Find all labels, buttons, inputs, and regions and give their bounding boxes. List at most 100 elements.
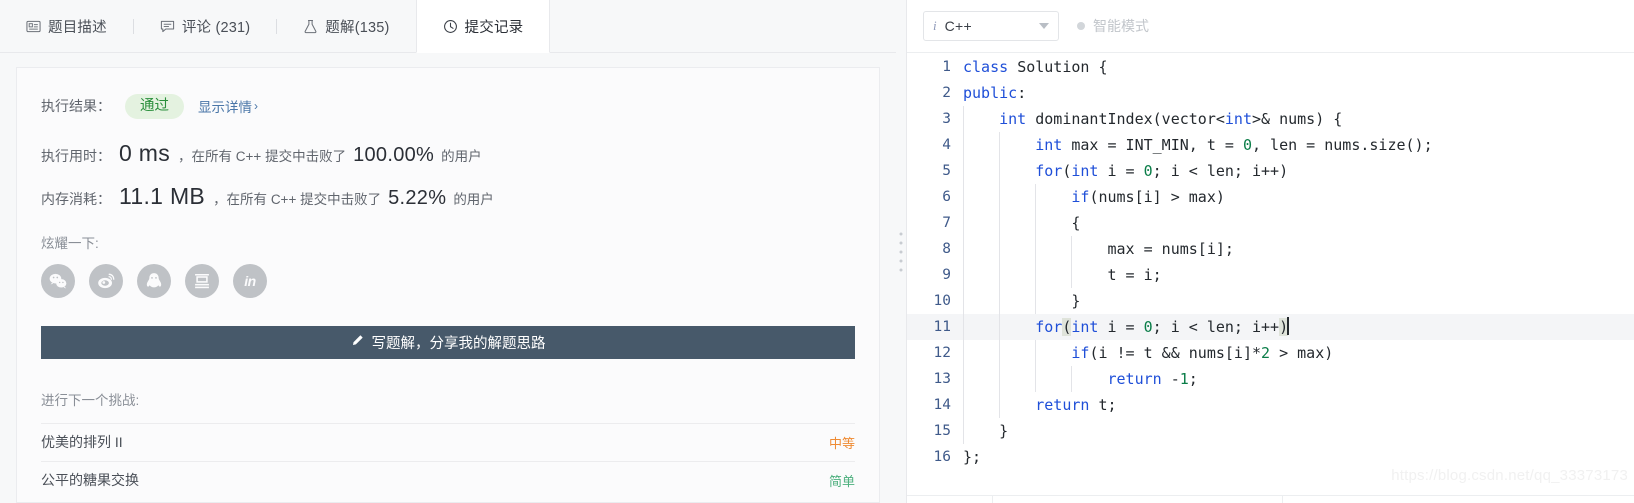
code-token: int bbox=[1071, 162, 1099, 180]
indent-guide bbox=[1035, 184, 1037, 210]
list-item[interactable]: 优美的排列 II 中等 bbox=[41, 422, 855, 461]
code-line-text: for(int i = 0; i < len; i++) bbox=[963, 314, 1634, 340]
qq-icon[interactable] bbox=[137, 263, 171, 298]
code-line-text: } bbox=[963, 288, 1634, 314]
memory-tail-text: 的用户 bbox=[453, 191, 494, 207]
status-dot-icon bbox=[1077, 22, 1085, 30]
code-line[interactable]: 9 t = i; bbox=[907, 262, 1634, 288]
code-line[interactable]: 3 int dominantIndex(vector<int>& nums) { bbox=[907, 106, 1634, 132]
code-line-text: class Solution { bbox=[963, 54, 1634, 80]
tab-submissions-label: 提交记录 bbox=[464, 19, 524, 36]
indent-guide bbox=[1035, 262, 1037, 288]
code-token: ; bbox=[1188, 370, 1198, 388]
linkedin-icon[interactable]: in bbox=[233, 263, 267, 298]
code-token: for bbox=[1035, 162, 1063, 180]
code-editor[interactable]: 1 class Solution {2 public: 3 int dominantI… bbox=[907, 53, 1634, 503]
weibo-icon[interactable] bbox=[89, 263, 123, 298]
code-token: 0 bbox=[1143, 318, 1153, 336]
code-token: 2 bbox=[1261, 344, 1271, 362]
code-line[interactable]: 14 return t; bbox=[907, 392, 1634, 418]
indent-guide bbox=[999, 340, 1001, 366]
language-select-value: C++ bbox=[944, 18, 972, 34]
code-line[interactable]: 10 } bbox=[907, 288, 1634, 314]
code-line[interactable]: 2 public: bbox=[907, 80, 1634, 106]
language-select[interactable]: i C++ bbox=[923, 11, 1059, 41]
tab-solutions[interactable]: 题解(135) bbox=[277, 0, 415, 52]
chevron-right-icon: › bbox=[254, 99, 258, 114]
code-token: int bbox=[1071, 318, 1099, 336]
line-number: 9 bbox=[942, 267, 951, 283]
left-panel: 题目描述 评论 (231) 题解(135) 提交记录 执行结果： 通过 显示详情… bbox=[0, 0, 896, 503]
panel-splitter[interactable] bbox=[896, 0, 906, 503]
code-line[interactable]: 12 if(i != t && nums[i]*2 > max) bbox=[907, 340, 1634, 366]
indent-guide bbox=[963, 262, 964, 288]
indent-guide bbox=[963, 418, 964, 444]
tab-solutions-label: 题解(135) bbox=[325, 19, 390, 36]
write-solution-label: 写题解，分享我的解题思路 bbox=[371, 335, 546, 352]
editor-bottom-strip bbox=[907, 495, 1634, 503]
runtime-percentile: 100.00% bbox=[353, 143, 435, 166]
drag-handle-icon bbox=[899, 232, 903, 271]
code-token: - bbox=[1161, 370, 1180, 388]
code-token: 1 bbox=[1179, 370, 1189, 388]
line-number: 10 bbox=[933, 293, 951, 309]
indent-guide bbox=[1035, 366, 1037, 392]
code-token: dominantIndex(vector< bbox=[1026, 110, 1225, 128]
douban-icon[interactable] bbox=[185, 263, 219, 298]
indent-guide bbox=[963, 158, 964, 184]
code-line[interactable]: 15 } bbox=[907, 418, 1634, 444]
line-number: 6 bbox=[942, 189, 951, 205]
indent-guide bbox=[999, 132, 1001, 158]
code-token: max = INT_MIN, t = bbox=[1062, 136, 1243, 154]
code-token: 0 bbox=[1242, 136, 1252, 154]
code-line[interactable]: 8 max = nums[i]; bbox=[907, 236, 1634, 262]
code-line[interactable]: 1 class Solution { bbox=[907, 54, 1634, 80]
wechat-icon[interactable] bbox=[41, 263, 75, 298]
tab-comments-label: 评论 (231) bbox=[181, 19, 251, 36]
code-line[interactable]: 5 for(int i = 0; i < len; i++) bbox=[907, 158, 1634, 184]
pencil-icon bbox=[351, 334, 364, 350]
code-line[interactable]: 4 int max = INT_MIN, t = 0, len = nums.s… bbox=[907, 132, 1634, 158]
code-token: int bbox=[1224, 110, 1252, 128]
code-line[interactable]: 7 { bbox=[907, 210, 1634, 236]
code-token: , len = nums.size(); bbox=[1252, 136, 1433, 154]
code-line-text: int dominantIndex(vector<int>& nums) { bbox=[963, 106, 1634, 132]
difficulty-badge: 简单 bbox=[828, 473, 855, 489]
list-item[interactable]: 公平的糖果交换 简单 bbox=[41, 460, 855, 499]
runtime-middle-text: ，在所有 C++ 提交中击败了 bbox=[178, 148, 347, 164]
indent-guide bbox=[1035, 340, 1037, 366]
code-line-text: t = i; bbox=[963, 262, 1634, 288]
challenge-title: 优美的排列 II bbox=[41, 434, 123, 450]
indent-guide bbox=[999, 288, 1001, 314]
description-icon bbox=[26, 19, 41, 34]
code-line[interactable]: 13 return -1; bbox=[907, 366, 1634, 392]
code-line[interactable]: 6 if(nums[i] > max) bbox=[907, 184, 1634, 210]
line-number: 16 bbox=[933, 449, 951, 465]
smart-mode-toggle[interactable]: 智能模式 bbox=[1077, 16, 1149, 36]
tab-description[interactable]: 题目描述 bbox=[0, 0, 133, 52]
indent-guide bbox=[1035, 236, 1037, 262]
code-line[interactable]: 11 for(int i = 0; i < len; i++) bbox=[907, 314, 1634, 340]
code-line-text: return -1; bbox=[963, 366, 1634, 392]
indent-guide bbox=[999, 158, 1001, 184]
line-number: 7 bbox=[942, 215, 951, 231]
code-line-text: if(i != t && nums[i]*2 > max) bbox=[963, 340, 1634, 366]
tab-description-label: 题目描述 bbox=[48, 19, 107, 36]
code-line-text: public: bbox=[963, 80, 1634, 106]
code-token: } bbox=[963, 292, 1081, 310]
code-token: i = bbox=[1098, 318, 1144, 336]
line-number: 3 bbox=[942, 111, 951, 127]
show-detail-link[interactable]: 显示详情 › bbox=[198, 96, 258, 116]
tab-comments[interactable]: 评论 (231) bbox=[134, 0, 276, 52]
challenge-title: 公平的糖果交换 bbox=[41, 472, 139, 488]
tab-submissions[interactable]: 提交记录 bbox=[415, 0, 551, 53]
execution-result-row: 执行结果： 通过 显示详情 › bbox=[41, 94, 855, 119]
code-token: : bbox=[1017, 84, 1027, 102]
info-italic-icon: i bbox=[933, 18, 937, 33]
line-number: 4 bbox=[942, 137, 951, 153]
write-solution-button[interactable]: 写题解，分享我的解题思路 bbox=[41, 325, 855, 359]
share-title: 炫耀一下: bbox=[41, 235, 99, 251]
submission-card: 执行结果： 通过 显示详情 › 执行用时： 0 ms ，在所有 C++ 提交中击… bbox=[16, 67, 880, 503]
share-icon-list: in bbox=[41, 263, 855, 298]
